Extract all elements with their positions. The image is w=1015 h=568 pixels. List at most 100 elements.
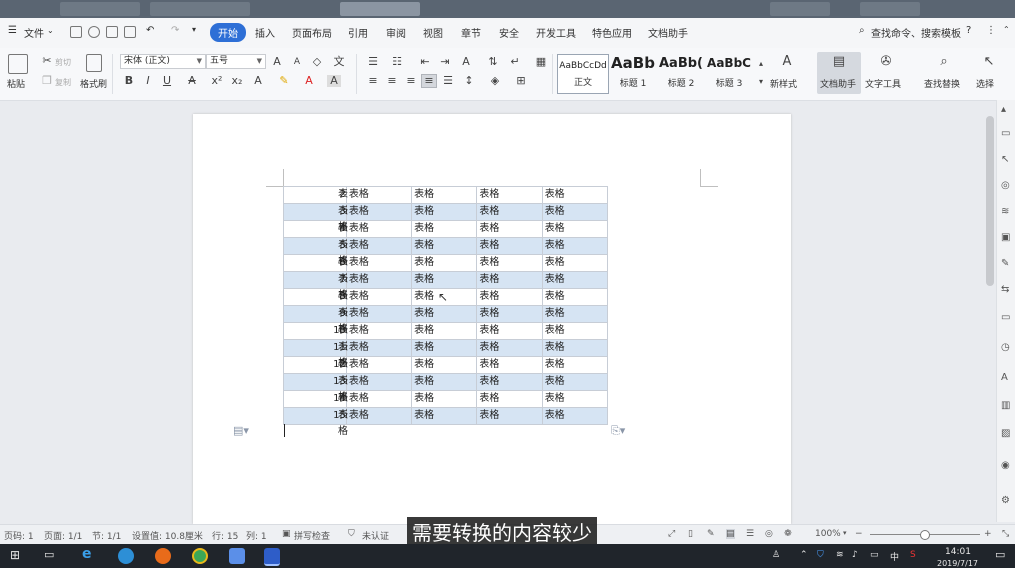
table-cell[interactable]: 表格 — [541, 271, 609, 289]
window-tab[interactable] — [860, 2, 920, 16]
select-button[interactable]: 选择 — [976, 77, 994, 90]
bullet-list-icon[interactable]: ☰ — [366, 56, 380, 68]
volume-icon[interactable]: ♪ — [852, 550, 858, 560]
customize-icon[interactable]: ▾ — [192, 25, 196, 34]
strikethrough-icon[interactable]: A — [185, 75, 199, 87]
history-icon[interactable]: ◷ — [1001, 342, 1012, 353]
table-cell[interactable]: 表格 — [345, 322, 413, 340]
highlight-icon[interactable]: ✎ — [277, 75, 291, 87]
table-cell[interactable]: 表格 — [541, 254, 609, 272]
table-cell[interactable]: 10表格 — [283, 322, 348, 352]
table-cell[interactable]: 6表格 — [283, 254, 348, 284]
table-cell[interactable]: 表格 — [345, 271, 413, 289]
font-panel-icon[interactable]: A — [1001, 372, 1012, 383]
web-view-icon[interactable]: ◎ — [765, 529, 773, 539]
ime-indicator[interactable]: 中 — [890, 550, 899, 563]
table-row[interactable]: 7 表格 表格 表格 表格 表格 — [283, 271, 609, 301]
table-cell[interactable]: 表格 — [345, 237, 413, 255]
align-left-icon[interactable]: ≡ — [366, 75, 380, 87]
wifi-icon[interactable]: ≋ — [836, 550, 844, 560]
read-mode-icon[interactable]: ▯ — [688, 529, 693, 539]
chevron-down-icon[interactable]: ▾ — [843, 529, 847, 537]
table-row[interactable]: 5 表格 表格 表格 表格 表格 — [283, 237, 609, 267]
export-icon[interactable] — [88, 26, 100, 38]
numbered-list-icon[interactable]: ☷ — [390, 56, 404, 68]
table-cell[interactable]: 表格 — [345, 339, 413, 357]
clock-time[interactable]: 14:01 — [945, 547, 971, 557]
font-color-icon[interactable]: A — [302, 75, 316, 87]
tab-references[interactable]: 引用 — [348, 25, 368, 40]
qq-browser-icon[interactable] — [118, 548, 134, 564]
table-cell[interactable]: 表格 — [411, 237, 478, 255]
table-cell[interactable]: 表格 — [541, 237, 609, 255]
file-menu[interactable]: 文件 — [24, 25, 44, 40]
table-cell[interactable]: 表格 — [345, 390, 413, 408]
table-cell[interactable]: 表格 — [345, 254, 413, 272]
zoom-out-icon[interactable]: − — [855, 529, 863, 539]
help-icon[interactable]: ? — [966, 25, 971, 36]
table-cell[interactable]: 表格 — [541, 203, 609, 221]
doc-assistant-icon[interactable]: ▤ — [832, 55, 846, 68]
style-heading-1[interactable]: AaBb 标题 1 — [608, 54, 658, 92]
table-cell[interactable]: 表格 — [476, 373, 543, 391]
table-cell[interactable]: 表格 — [411, 186, 478, 204]
table-cell[interactable]: 8表格 — [283, 288, 348, 318]
justify-icon[interactable]: ≡ — [421, 74, 437, 88]
table-cell[interactable]: 表格 — [476, 305, 543, 323]
superscript-icon[interactable]: x² — [210, 75, 224, 87]
translate-icon[interactable]: ⇆ — [1001, 284, 1012, 295]
scissors-icon[interactable]: ✂ — [40, 55, 54, 67]
table-cell[interactable]: 表格 — [476, 254, 543, 272]
tab-insert[interactable]: 插入 — [255, 25, 275, 40]
italic-button[interactable]: I — [141, 75, 155, 87]
tab-doc-assistant[interactable]: 文档助手 — [648, 25, 688, 40]
people-icon[interactable]: ♙ — [772, 550, 780, 560]
styles-more-icon[interactable]: ▾ — [754, 76, 768, 88]
fit-icon[interactable]: ⤡ — [1002, 529, 1009, 539]
show-hide-icon[interactable]: ↵ — [508, 56, 522, 68]
doc-assistant-button[interactable]: 文档助手 — [820, 77, 856, 90]
table-row[interactable]: 6表格表格表格表格表格 — [283, 254, 609, 284]
spellcheck-button[interactable]: 拼写检查 — [294, 529, 330, 542]
table-cell[interactable]: 14表格 — [283, 390, 348, 420]
window-tab[interactable] — [340, 2, 420, 16]
cert-status[interactable]: 未认证 — [362, 529, 389, 542]
print-icon[interactable] — [106, 26, 118, 38]
underline-button[interactable]: U — [160, 75, 174, 87]
table-cell[interactable]: 表格 — [541, 339, 609, 357]
zoom-level[interactable]: 100% — [815, 529, 841, 539]
shading-icon[interactable]: ◈ — [488, 75, 502, 87]
table-cell[interactable]: 表格 — [411, 254, 478, 272]
style-panel-icon[interactable]: ≋ — [1001, 206, 1012, 217]
task-view-icon[interactable]: ▭ — [44, 548, 54, 561]
page-icon[interactable]: ▭ — [1001, 312, 1012, 323]
table-cell[interactable]: 表格 — [411, 271, 478, 289]
wrench-icon[interactable]: ✇ — [879, 55, 893, 68]
clock-date[interactable]: 2019/7/17 — [937, 559, 978, 568]
properties-icon[interactable]: ▣ — [1001, 232, 1012, 243]
table-cell[interactable]: 表格 — [411, 305, 478, 323]
table-row[interactable]: 14表格表格表格表格表格 — [283, 390, 609, 420]
table-cell[interactable]: 表格 — [541, 186, 609, 204]
table-cell[interactable]: 表格 — [476, 407, 543, 425]
select-arrow-icon[interactable]: ↖ — [982, 55, 996, 68]
location-icon[interactable]: ◉ — [1001, 460, 1012, 471]
table-cell[interactable]: 表格 — [411, 356, 478, 374]
table-border-icon[interactable]: ▦ — [534, 56, 548, 68]
tab-review[interactable]: 审阅 — [386, 25, 406, 40]
chinese-layout-icon[interactable]: A — [459, 56, 473, 68]
table-cell[interactable]: 表格 — [411, 220, 478, 238]
security-tray-icon[interactable]: ⛉ — [817, 550, 824, 560]
table-cell[interactable]: 表格 — [411, 339, 478, 357]
table-cell[interactable]: 表格 — [476, 356, 543, 374]
table-cell[interactable]: 表格 — [541, 288, 609, 306]
redo-icon[interactable]: ↷ — [171, 25, 179, 36]
windows-start-icon[interactable]: ⊞ — [10, 548, 20, 562]
table-cell[interactable]: 表格 — [345, 288, 413, 306]
text-tools-button[interactable]: 文字工具 — [865, 77, 901, 90]
copy-icon[interactable]: ❐ — [40, 75, 54, 87]
style-heading-2[interactable]: AaBb( 标题 2 — [656, 54, 706, 92]
table-cell[interactable]: 表格 — [345, 186, 413, 204]
table-row[interactable]: 2表格表格表格表格表格 — [283, 186, 609, 216]
firefox-icon[interactable] — [155, 548, 171, 564]
